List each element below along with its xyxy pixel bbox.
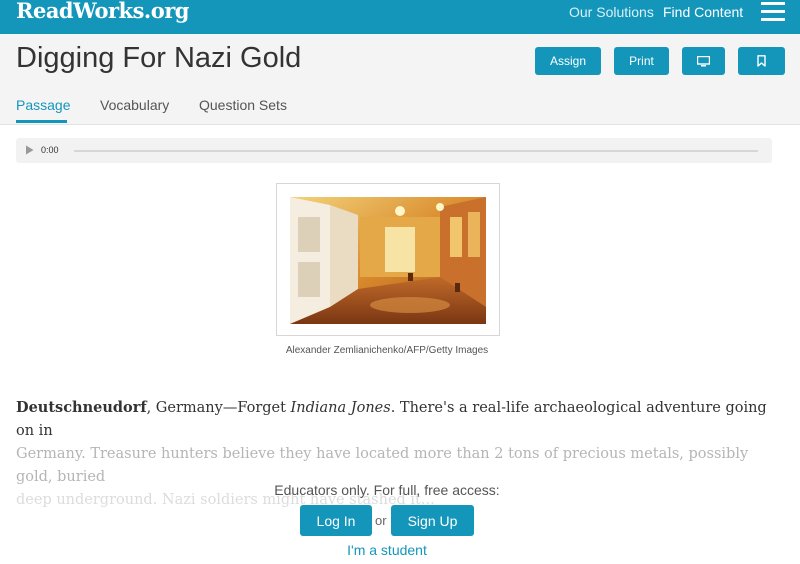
audio-player: 0:00: [16, 138, 772, 163]
audio-time: 0:00: [41, 145, 59, 155]
present-button[interactable]: [682, 47, 725, 75]
tab-passage[interactable]: Passage: [16, 97, 70, 113]
amber-room-photo: [290, 197, 486, 324]
top-navbar: ReadWorks.org Our Solutions Find Content: [0, 0, 800, 34]
tab-question-sets[interactable]: Question Sets: [199, 97, 287, 113]
site-logo[interactable]: ReadWorks.org: [16, 0, 189, 23]
play-icon[interactable]: [25, 145, 34, 155]
article-header: Digging For Nazi Gold Assign Print Passa…: [0, 34, 800, 125]
or-separator: or: [375, 513, 387, 528]
passage-dateline: Deutschneudorf: [16, 399, 147, 416]
passage-line-1: Deutschneudorf, Germany—Forget Indiana J…: [16, 399, 767, 439]
bookmark-icon: [757, 55, 766, 67]
passage-figure: [276, 183, 500, 336]
signup-button[interactable]: Sign Up: [391, 505, 474, 536]
tab-vocabulary[interactable]: Vocabulary: [100, 97, 169, 113]
assign-button[interactable]: Assign: [535, 47, 601, 75]
audio-progress-track[interactable]: [74, 150, 758, 152]
active-tab-indicator: [16, 120, 67, 123]
figure-caption: Alexander Zemlianichenko/AFP/Getty Image…: [285, 345, 489, 356]
monitor-icon: [697, 55, 710, 66]
nav-our-solutions[interactable]: Our Solutions: [569, 4, 654, 20]
bookmark-button[interactable]: [738, 47, 785, 75]
page-title: Digging For Nazi Gold: [16, 42, 302, 74]
print-button[interactable]: Print: [614, 47, 669, 75]
student-link[interactable]: I'm a student: [0, 542, 774, 558]
hamburger-menu-icon[interactable]: [761, 2, 785, 22]
nav-find-content[interactable]: Find Content: [663, 4, 743, 20]
access-gate-message: Educators only. For full, free access:: [274, 482, 500, 498]
login-button[interactable]: Log In: [300, 505, 372, 536]
